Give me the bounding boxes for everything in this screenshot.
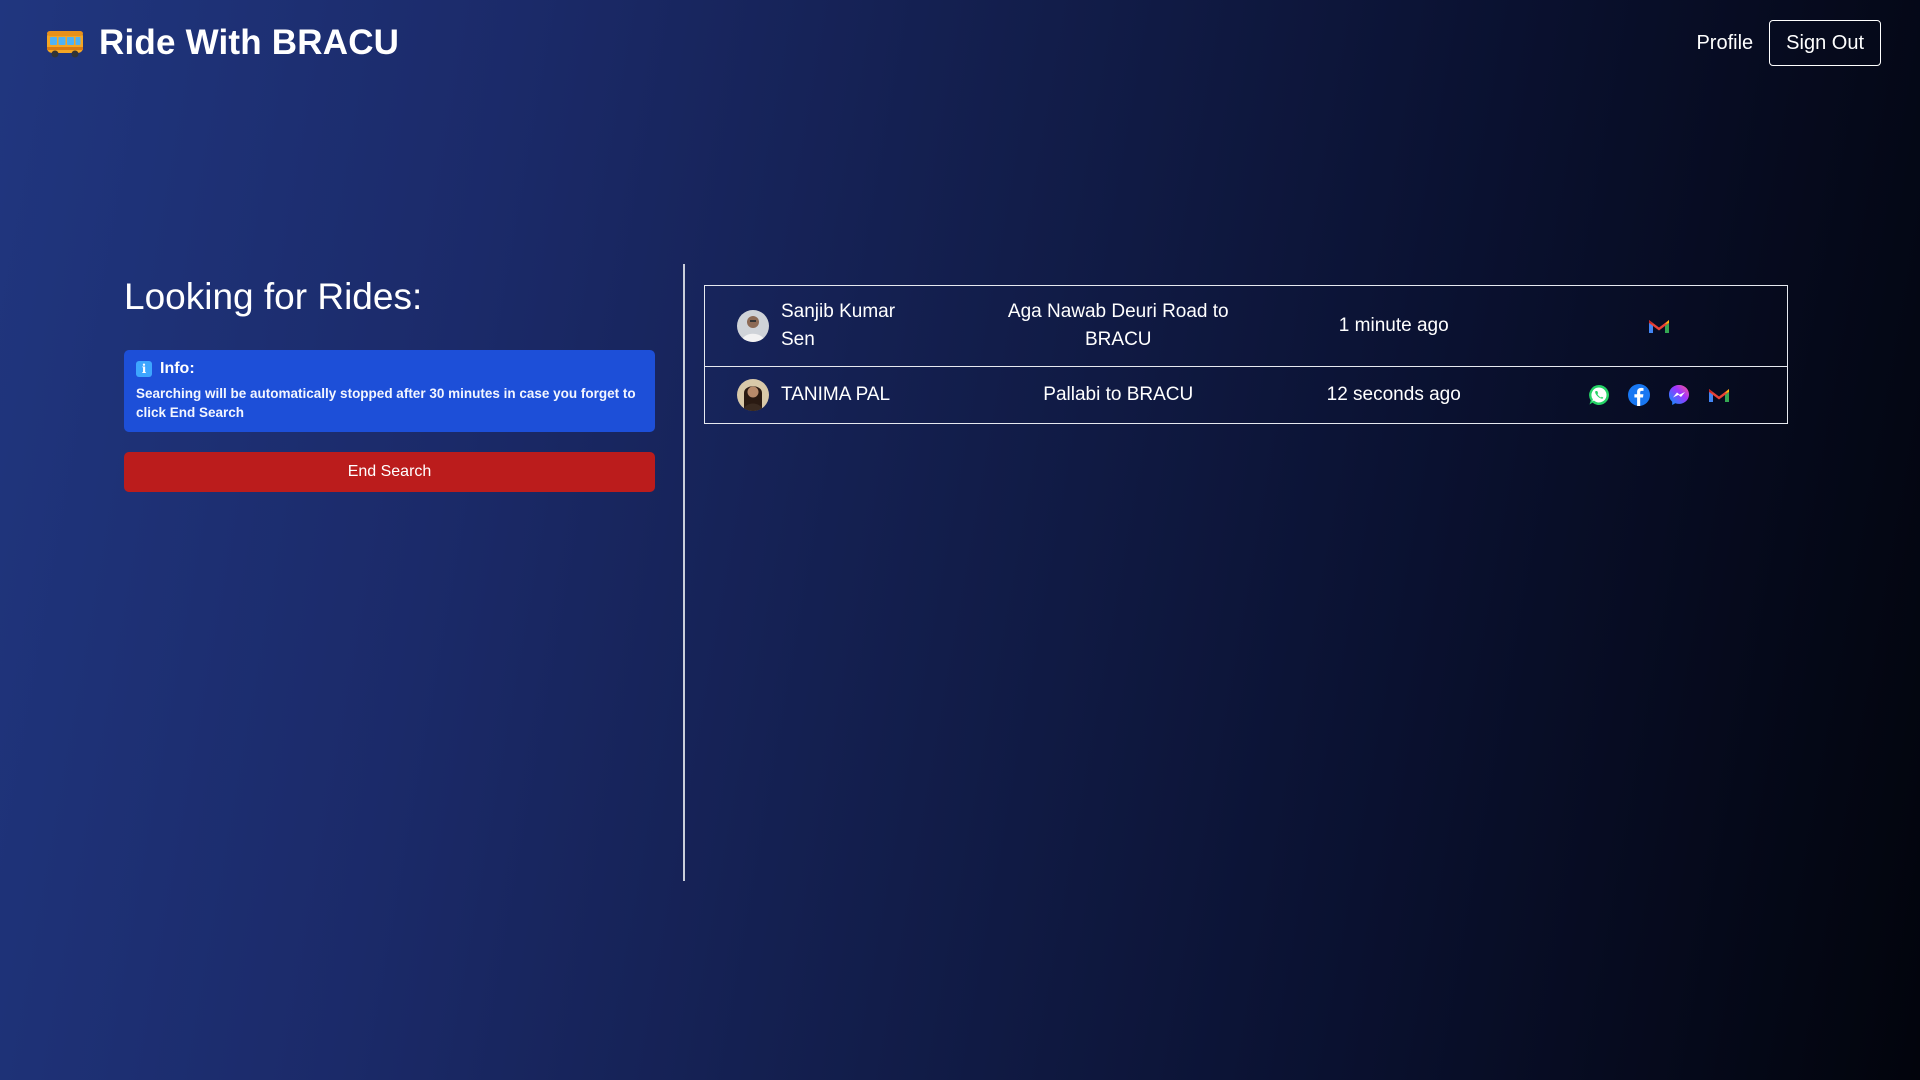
avatar xyxy=(737,379,769,411)
gmail-icon[interactable] xyxy=(1707,383,1731,407)
whatsapp-icon[interactable] xyxy=(1587,383,1611,407)
info-header: i Info: xyxy=(136,360,643,378)
info-alert: i Info: Searching will be automatically … xyxy=(124,350,655,432)
ride-user-name: Sanjib Kumar Sen xyxy=(781,301,896,350)
ride-user-name: TANIMA PAL xyxy=(781,384,891,405)
end-search-button[interactable]: End Search xyxy=(124,452,655,492)
info-text: Searching will be automatically stopped … xyxy=(136,386,636,420)
brand-title: Ride With BRACU xyxy=(99,23,400,62)
ride-route: Aga Nawab Deuri Road to BRACU xyxy=(1007,301,1229,350)
ride-row: Sanjib Kumar Sen Aga Nawab Deuri Road to… xyxy=(705,286,1787,367)
ride-contacts xyxy=(1531,383,1787,407)
ride-contacts xyxy=(1531,314,1787,338)
profile-link[interactable]: Profile xyxy=(1696,32,1753,55)
page-title: Looking for Rides: xyxy=(124,276,423,317)
ride-user: Sanjib Kumar Sen xyxy=(705,298,981,354)
ride-time: 12 seconds ago xyxy=(1326,384,1461,405)
search-panel: Looking for Rides: i Info: Searching wil… xyxy=(124,270,655,492)
avatar xyxy=(737,310,769,342)
gmail-icon[interactable] xyxy=(1647,314,1671,338)
info-icon: i xyxy=(136,361,152,377)
ride-row: TANIMA PAL Pallabi to BRACU 12 seconds a… xyxy=(705,367,1787,423)
nav-links: Profile Sign Out xyxy=(1696,20,1881,66)
info-label: Info: xyxy=(160,360,195,377)
rides-table: Sanjib Kumar Sen Aga Nawab Deuri Road to… xyxy=(704,285,1788,424)
messenger-icon[interactable] xyxy=(1667,383,1691,407)
ride-route: Pallabi to BRACU xyxy=(1043,384,1194,405)
brand[interactable]: Ride With BRACU xyxy=(45,20,399,66)
ride-user: TANIMA PAL xyxy=(705,379,981,411)
ride-time: 1 minute ago xyxy=(1338,315,1449,336)
sign-out-button[interactable]: Sign Out xyxy=(1769,20,1881,66)
bus-icon xyxy=(47,31,83,58)
top-nav-bar: Ride With BRACU Profile Sign Out xyxy=(0,0,1920,86)
vertical-divider xyxy=(683,264,685,881)
facebook-icon[interactable] xyxy=(1627,383,1651,407)
